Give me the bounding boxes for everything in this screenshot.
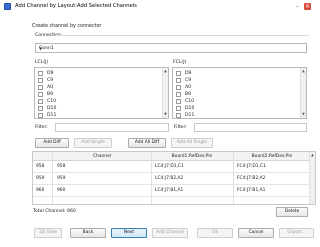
list-item[interactable]: C10: [38, 98, 56, 105]
total-channel-count: Total Channel: 960: [33, 209, 76, 214]
board1-cell: LC4:J7:D1,C1: [155, 164, 184, 169]
row-number: 959: [36, 176, 45, 181]
column-header[interactable]: Channel: [53, 152, 151, 161]
close-icon[interactable]: ×: [304, 3, 311, 10]
board2-cell: FC4:J7:B2,A2: [237, 176, 266, 181]
checkbox[interactable]: [176, 78, 181, 83]
list-item[interactable]: A0: [176, 84, 191, 91]
delete-button[interactable]: Delete: [276, 207, 308, 217]
table-scrollbar[interactable]: ▲: [309, 152, 315, 204]
ok-button[interactable]: Ok: [197, 228, 233, 238]
right-filter-input[interactable]: [194, 123, 307, 132]
left-pin-list[interactable]: D9 C9 A0 B9 C10 D10 D11 ▲ ▼: [34, 67, 169, 119]
list-item[interactable]: D10: [176, 105, 194, 112]
add-diff-button[interactable]: Add Diff: [35, 138, 69, 148]
table-row[interactable]: 960 960 LC4:J7:B1,A1 FC4:J7:B1,A1: [33, 185, 315, 197]
group-divider: [55, 35, 309, 36]
next-button[interactable]: Next: [111, 228, 147, 238]
checkbox[interactable]: [38, 99, 43, 104]
board1-cell: LC4:J7:B1,A1: [155, 188, 184, 193]
right-pin-list[interactable]: D9 C9 A0 B9 C10 D10 D11 ▲ ▼: [172, 67, 307, 119]
list-item[interactable]: C10: [176, 98, 194, 105]
channel-cell: 959: [57, 176, 66, 181]
column-header[interactable]: Board1:RefDes:Pin: [151, 152, 233, 161]
checkbox[interactable]: [38, 85, 43, 90]
export-button[interactable]: Export...: [279, 228, 314, 238]
column-header[interactable]: Board2:RefDes:Pin: [233, 152, 311, 161]
scroll-up-icon[interactable]: ▲: [301, 69, 306, 74]
list-item[interactable]: C9: [176, 77, 191, 84]
add-single-button[interactable]: Add Single: [74, 138, 112, 148]
board2-cell: FC4:J7:D1,C1: [237, 164, 266, 169]
channel-table[interactable]: Channel Board1:RefDes:Pin Board2:RefDes:…: [32, 151, 316, 205]
add-all-single-button[interactable]: Add All Single: [171, 138, 213, 148]
list-item[interactable]: D11: [38, 112, 56, 118]
scroll-down-icon[interactable]: ▼: [301, 112, 306, 117]
list-item[interactable]: D9: [38, 70, 53, 77]
checkbox[interactable]: [176, 85, 181, 90]
channel-cell: 960: [57, 188, 66, 193]
checkbox[interactable]: [176, 106, 181, 111]
checkbox[interactable]: [38, 113, 43, 118]
list-item[interactable]: B9: [176, 91, 191, 98]
left-list-label: LCL(J): [35, 60, 49, 65]
right-list-label: FCL(J): [173, 60, 187, 65]
checkbox[interactable]: [176, 113, 181, 118]
channel-cell: 958: [57, 164, 66, 169]
back-button[interactable]: Back: [70, 228, 106, 238]
dialog-subtitle: Create channel by connector: [32, 24, 102, 29]
connection-dropdown[interactable]: Conn1 ▼: [35, 43, 307, 53]
chevron-down-icon: ▼: [39, 46, 43, 51]
add-channel-button[interactable]: Add Channel: [152, 228, 188, 238]
list-item[interactable]: C9: [38, 77, 53, 84]
scroll-up-icon[interactable]: ▲: [310, 153, 315, 158]
list-item[interactable]: D10: [38, 105, 56, 112]
checkbox[interactable]: [176, 71, 181, 76]
title-bar: Add Channel by Layout:Add Selected Chann…: [0, 0, 316, 13]
scroll-up-icon[interactable]: ▲: [163, 69, 168, 74]
left-filter-label: Filter:: [35, 125, 48, 130]
right-filter-label: Filter:: [174, 125, 187, 130]
table-row[interactable]: 958 958 LC4:J7:D1,C1 FC4:J7:D1,C1: [33, 161, 315, 173]
right-list-scrollbar[interactable]: ▲ ▼: [300, 68, 306, 118]
cancel-button[interactable]: Cancel: [238, 228, 274, 238]
column-divider: [233, 152, 234, 204]
table-header: Channel Board1:RefDes:Pin Board2:RefDes:…: [33, 152, 315, 161]
list-item[interactable]: D11: [176, 112, 194, 118]
scroll-down-icon[interactable]: ▼: [163, 112, 168, 117]
table-row[interactable]: 959 959 LC4:J7:B2,A2 FC4:J7:B2,A2: [33, 173, 315, 185]
app-window-icon: [4, 3, 11, 10]
checkbox[interactable]: [176, 92, 181, 97]
list-item[interactable]: B9: [38, 91, 53, 98]
board2-cell: FC4:J7:B1,A1: [237, 188, 266, 193]
window-title: Add Channel by Layout:Add Selected Chann…: [15, 3, 137, 9]
list-item[interactable]: D9: [176, 70, 191, 77]
add-all-diff-button[interactable]: Add All Diff: [128, 138, 166, 148]
checkbox[interactable]: [38, 106, 43, 111]
row-number: 958: [36, 164, 45, 169]
row-number: 960: [36, 188, 45, 193]
checkbox[interactable]: [38, 92, 43, 97]
left-list-scrollbar[interactable]: ▲ ▼: [162, 68, 168, 118]
3d-view-button[interactable]: 3D View: [34, 228, 62, 238]
left-filter-input[interactable]: [55, 123, 169, 132]
checkbox[interactable]: [38, 71, 43, 76]
minimize-icon[interactable]: –: [294, 3, 301, 10]
checkbox[interactable]: [176, 99, 181, 104]
column-divider: [151, 152, 152, 204]
checkbox[interactable]: [38, 78, 43, 83]
column-divider: [52, 152, 53, 204]
board1-cell: LC4:J7:B2,A2: [155, 176, 184, 181]
list-item[interactable]: A0: [38, 84, 53, 91]
